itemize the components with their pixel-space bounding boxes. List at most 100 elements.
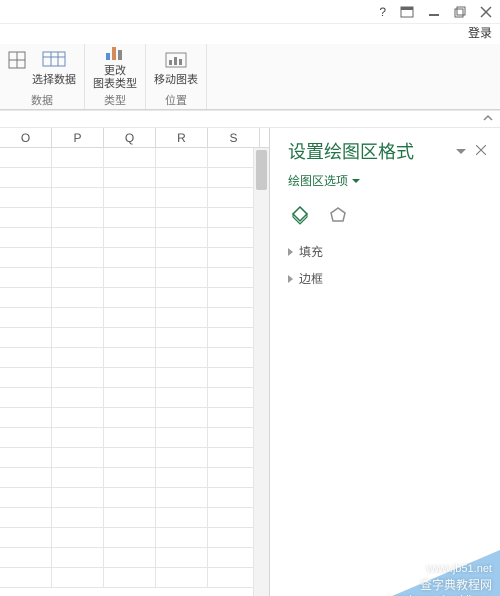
cell[interactable]: [0, 228, 52, 247]
cell[interactable]: [156, 288, 208, 307]
cell[interactable]: [0, 548, 52, 567]
cell[interactable]: [52, 208, 104, 227]
cell[interactable]: [156, 428, 208, 447]
cell[interactable]: [52, 348, 104, 367]
cell[interactable]: [52, 168, 104, 187]
cell[interactable]: [104, 448, 156, 467]
pane-options-dropdown[interactable]: 绘图区选项: [288, 172, 486, 189]
fill-line-tab-icon[interactable]: [288, 203, 312, 227]
cell[interactable]: [0, 288, 52, 307]
cell[interactable]: [52, 508, 104, 527]
cell[interactable]: [52, 268, 104, 287]
cell[interactable]: [156, 208, 208, 227]
cell[interactable]: [0, 568, 52, 587]
cell[interactable]: [156, 468, 208, 487]
cell[interactable]: [104, 428, 156, 447]
cell[interactable]: [104, 148, 156, 167]
cell[interactable]: [104, 348, 156, 367]
cell[interactable]: [104, 188, 156, 207]
cell[interactable]: [104, 308, 156, 327]
cell[interactable]: [52, 448, 104, 467]
cell[interactable]: [52, 308, 104, 327]
cell[interactable]: [52, 548, 104, 567]
cell[interactable]: [156, 168, 208, 187]
ribbon-display-options-icon[interactable]: [398, 4, 416, 20]
cell[interactable]: [52, 288, 104, 307]
btn-select-data[interactable]: 选择数据: [30, 48, 78, 87]
cell[interactable]: [104, 488, 156, 507]
cell[interactable]: [52, 528, 104, 547]
cell[interactable]: [156, 548, 208, 567]
cell[interactable]: [156, 448, 208, 467]
cell[interactable]: [0, 188, 52, 207]
cell[interactable]: [0, 388, 52, 407]
cell[interactable]: [0, 328, 52, 347]
cell[interactable]: [52, 148, 104, 167]
signin-link[interactable]: 登录: [0, 24, 500, 44]
cell[interactable]: [52, 468, 104, 487]
cell[interactable]: [0, 508, 52, 527]
cell[interactable]: [0, 268, 52, 287]
cell[interactable]: [52, 568, 104, 587]
cell[interactable]: [104, 268, 156, 287]
cell[interactable]: [104, 528, 156, 547]
vertical-scrollbar[interactable]: [253, 148, 269, 596]
scroll-thumb[interactable]: [256, 150, 267, 190]
cell[interactable]: [0, 348, 52, 367]
cell[interactable]: [0, 408, 52, 427]
column-header[interactable]: P: [52, 128, 104, 147]
cell[interactable]: [0, 168, 52, 187]
cell[interactable]: [104, 468, 156, 487]
cell[interactable]: [156, 188, 208, 207]
cell[interactable]: [52, 428, 104, 447]
column-header[interactable]: S: [208, 128, 260, 147]
minimize-icon[interactable]: [426, 4, 442, 20]
cell[interactable]: [0, 308, 52, 327]
pane-close-icon[interactable]: [476, 144, 486, 158]
cell[interactable]: [52, 488, 104, 507]
cell[interactable]: [104, 328, 156, 347]
cell[interactable]: [156, 408, 208, 427]
cell[interactable]: [52, 188, 104, 207]
cell[interactable]: [52, 368, 104, 387]
cell[interactable]: [52, 228, 104, 247]
cell[interactable]: [0, 428, 52, 447]
column-header[interactable]: Q: [104, 128, 156, 147]
cell[interactable]: [52, 248, 104, 267]
cell[interactable]: [156, 528, 208, 547]
cell[interactable]: [156, 328, 208, 347]
btn-move-chart[interactable]: 移动图表: [152, 48, 200, 87]
restore-icon[interactable]: [452, 4, 468, 20]
cell[interactable]: [0, 248, 52, 267]
cell[interactable]: [156, 148, 208, 167]
cell[interactable]: [0, 208, 52, 227]
btn-row[interactable]: [6, 48, 28, 74]
cell[interactable]: [0, 448, 52, 467]
cell[interactable]: [156, 228, 208, 247]
column-header[interactable]: O: [0, 128, 52, 147]
cell[interactable]: [156, 368, 208, 387]
cell[interactable]: [104, 508, 156, 527]
pane-menu-icon[interactable]: [456, 144, 466, 158]
cell[interactable]: [104, 228, 156, 247]
pane-section-border[interactable]: 边框: [288, 270, 486, 287]
cell[interactable]: [104, 408, 156, 427]
cell[interactable]: [156, 268, 208, 287]
help-icon[interactable]: ?: [377, 3, 388, 21]
cell[interactable]: [104, 388, 156, 407]
cell[interactable]: [52, 328, 104, 347]
column-header[interactable]: R: [156, 128, 208, 147]
cell[interactable]: [156, 388, 208, 407]
cell[interactable]: [0, 148, 52, 167]
cell[interactable]: [104, 208, 156, 227]
cell[interactable]: [156, 348, 208, 367]
cell[interactable]: [104, 548, 156, 567]
cell[interactable]: [0, 368, 52, 387]
cell[interactable]: [0, 528, 52, 547]
btn-change-chart-type[interactable]: 更改 图表类型: [91, 39, 139, 91]
cell[interactable]: [52, 388, 104, 407]
cell[interactable]: [0, 468, 52, 487]
cell[interactable]: [156, 488, 208, 507]
pane-section-fill[interactable]: 填充: [288, 243, 486, 260]
cell[interactable]: [156, 248, 208, 267]
